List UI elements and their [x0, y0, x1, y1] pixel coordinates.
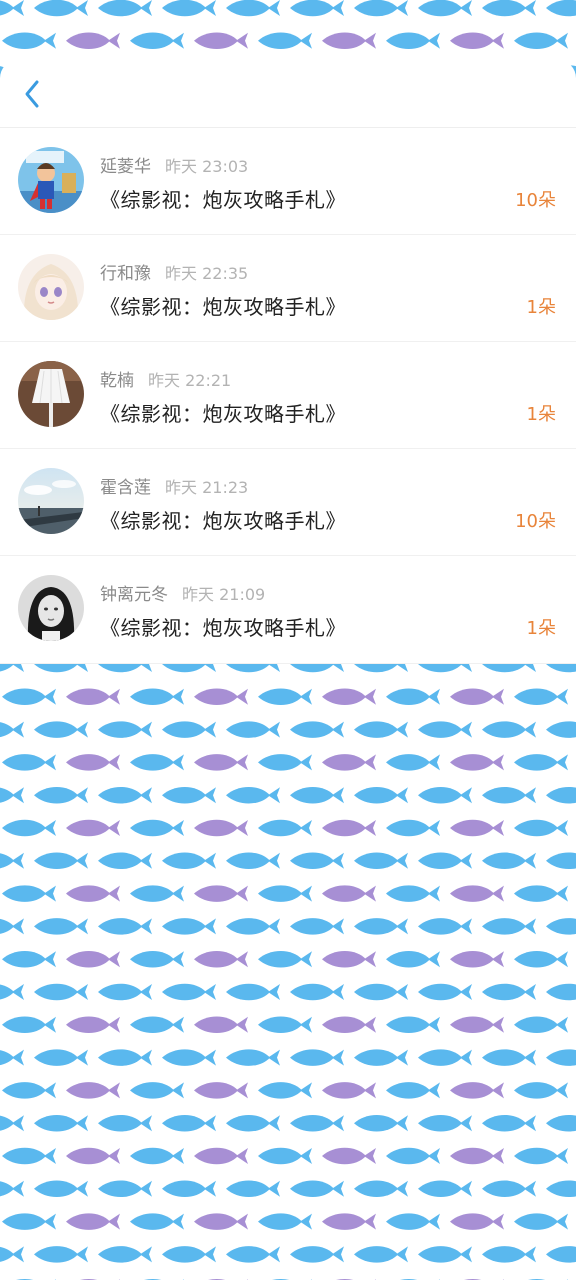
book-title[interactable]: 《综影视：炮灰攻略手札》: [100, 291, 346, 320]
flower-count: 1朵: [526, 404, 556, 425]
anime-girl-avatar[interactable]: [18, 254, 84, 320]
list-item[interactable]: 霍含莲 昨天 21:23 《综影视：炮灰攻略手札》 10朵: [0, 449, 576, 556]
list-item[interactable]: 钟离元冬 昨天 21:09 《综影视：炮灰攻略手札》 1朵: [0, 556, 576, 664]
flower-count: 10朵: [515, 190, 556, 211]
gift-meta: 乾楠 昨天 22:21: [100, 366, 231, 391]
username[interactable]: 霍含莲: [100, 478, 151, 498]
gift-meta: 延菱华 昨天 23:03: [100, 152, 248, 177]
timestamp: 昨天 22:21: [148, 371, 232, 390]
chevron-left-icon: [25, 80, 39, 108]
lamp-avatar[interactable]: [18, 361, 84, 427]
gift-meta: 霍含莲 昨天 21:23: [100, 473, 248, 498]
timestamp: 昨天 22:35: [165, 264, 249, 283]
gift-meta: 行和豫 昨天 22:35: [100, 259, 248, 284]
username[interactable]: 乾楠: [100, 371, 134, 391]
book-title[interactable]: 《综影视：炮灰攻略手札》: [100, 612, 346, 641]
gift-meta: 钟离元冬 昨天 21:09: [100, 580, 265, 605]
cartoon-superhero-avatar[interactable]: [18, 147, 84, 213]
timestamp: 昨天 21:09: [182, 585, 266, 604]
username[interactable]: 延菱华: [100, 157, 151, 177]
back-button[interactable]: [14, 74, 50, 114]
book-title[interactable]: 《综影视：炮灰攻略手札》: [100, 398, 346, 427]
flower-count: 10朵: [515, 511, 556, 532]
username[interactable]: 钟离元冬: [100, 585, 168, 605]
flower-count: 1朵: [526, 297, 556, 318]
timestamp: 昨天 23:03: [165, 157, 249, 176]
list-item[interactable]: 乾楠 昨天 22:21 《综影视：炮灰攻略手札》 1朵: [0, 342, 576, 449]
bw-portrait-avatar[interactable]: [18, 575, 84, 641]
timestamp: 昨天 21:23: [165, 478, 249, 497]
book-title[interactable]: 《综影视：炮灰攻略手札》: [100, 184, 346, 213]
sky-road-avatar[interactable]: [18, 468, 84, 534]
flower-count: 1朵: [526, 618, 556, 639]
book-title[interactable]: 《综影视：炮灰攻略手札》: [100, 505, 346, 534]
username[interactable]: 行和豫: [100, 264, 151, 284]
list-item[interactable]: 行和豫 昨天 22:35 《综影视：炮灰攻略手札》 1朵: [0, 235, 576, 342]
list-item[interactable]: 延菱华 昨天 23:03 《综影视：炮灰攻略手札》 10朵: [0, 128, 576, 235]
gift-list: 延菱华 昨天 23:03 《综影视：炮灰攻略手札》 10朵 行和豫 昨天 22:35…: [0, 128, 576, 664]
header-bar: [0, 60, 576, 128]
